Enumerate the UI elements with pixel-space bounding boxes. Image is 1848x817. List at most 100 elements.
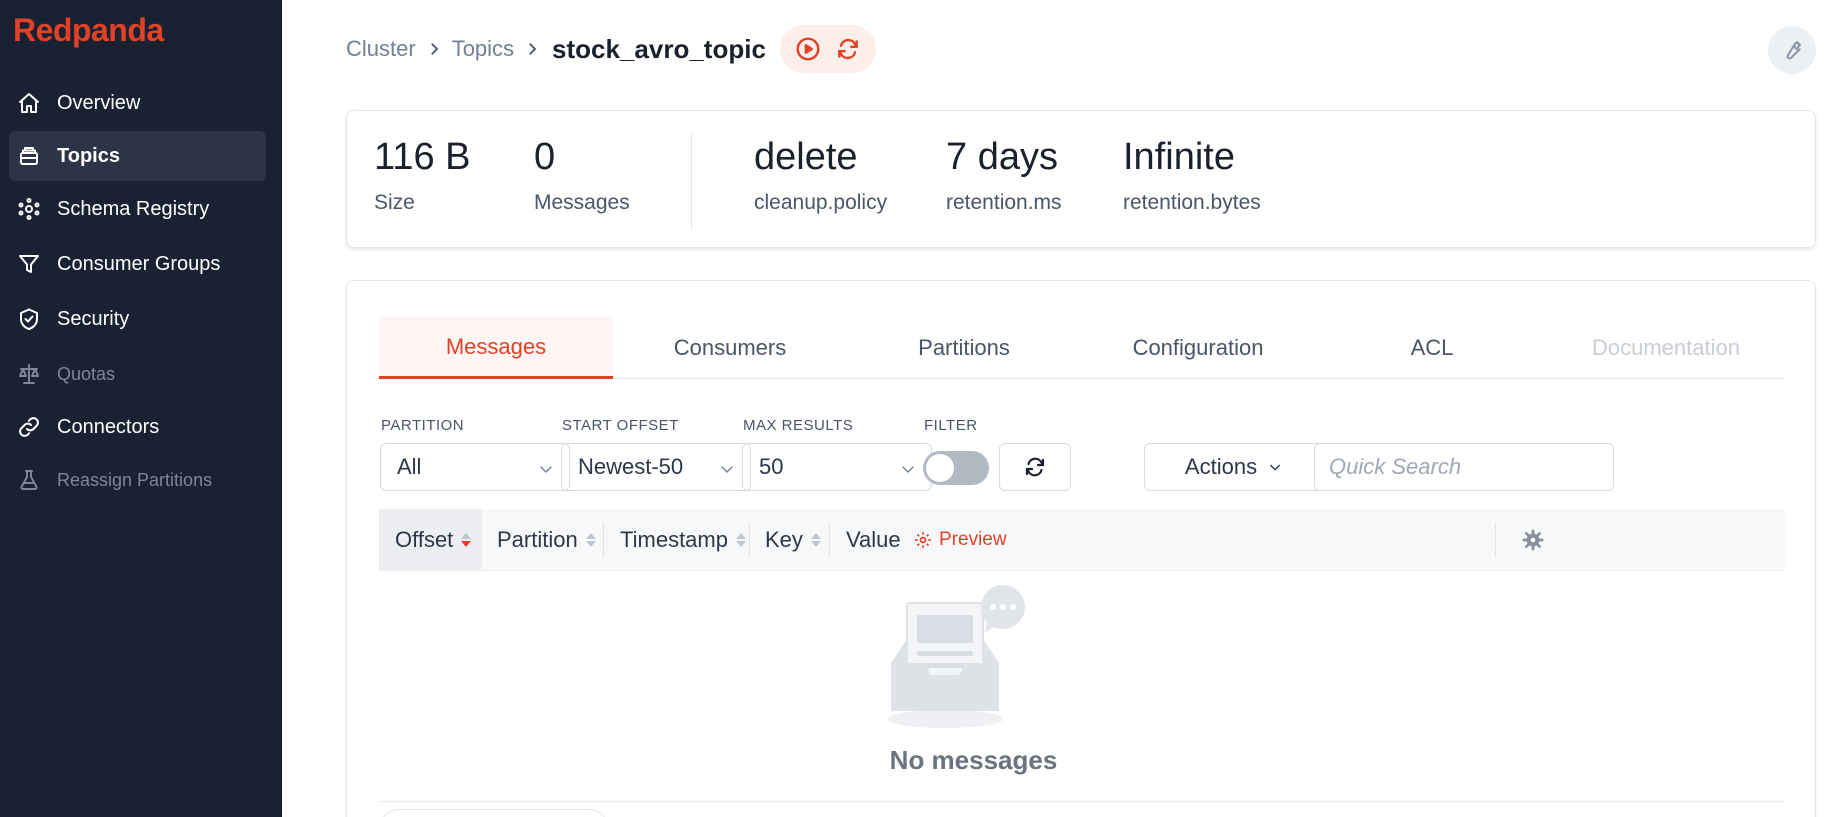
partition-value: All: [397, 454, 422, 479]
tab-partitions[interactable]: Partitions: [847, 317, 1081, 379]
sort-icon: [461, 533, 472, 547]
funnel-icon: [15, 250, 43, 278]
breadcrumb: Cluster Topics stock_avro_topic: [346, 25, 876, 73]
shield-icon: [15, 305, 43, 333]
partition-label: PARTITION: [381, 417, 465, 434]
gear-icon: [915, 532, 931, 548]
main-content: Cluster Topics stock_avro_topic 116 B Si…: [282, 0, 1848, 817]
stat-messages: 0 Messages: [534, 135, 630, 215]
sidebar-item-label: Consumer Groups: [57, 252, 221, 275]
table-settings-button[interactable]: [1515, 523, 1551, 557]
breadcrumb-cluster[interactable]: Cluster: [346, 36, 416, 62]
column-separator: [749, 523, 750, 557]
stat-size: 116 B Size: [374, 135, 470, 215]
breadcrumb-topics[interactable]: Topics: [452, 36, 514, 62]
play-circle-icon: [796, 37, 820, 61]
filter-toggle[interactable]: [923, 451, 989, 485]
sort-icon: [735, 533, 746, 547]
column-value: Value: [846, 509, 901, 571]
column-label: Key: [765, 527, 803, 552]
settings-wrench-button[interactable]: [1768, 26, 1816, 74]
sort-icon: [585, 533, 596, 547]
page-title: stock_avro_topic: [552, 33, 766, 64]
chevron-down-icon: [899, 458, 917, 476]
partition-select[interactable]: All: [380, 443, 570, 491]
column-separator: [1495, 523, 1496, 557]
sidebar: Redpanda Overview Topics Schema Registry…: [0, 0, 282, 817]
actions-dropdown-button[interactable]: Actions: [1144, 443, 1324, 491]
chevron-right-icon: [425, 40, 443, 58]
gear-icon: [1522, 529, 1544, 551]
stat-label: cleanup.policy: [754, 191, 888, 214]
sidebar-item-label: Connectors: [57, 415, 160, 438]
start-offset-select[interactable]: Newest-50: [561, 443, 751, 491]
filter-label: FILTER: [924, 417, 978, 434]
topic-tabs-card: Messages Consumers Partitions Configurat…: [346, 280, 1816, 817]
sidebar-item-quotas[interactable]: Quotas: [9, 349, 266, 399]
tab-messages[interactable]: Messages: [379, 317, 613, 379]
empty-inbox-icon: [887, 585, 1025, 728]
sidebar-item-label: Quotas: [57, 363, 116, 384]
sidebar-item-schema-registry[interactable]: Schema Registry: [9, 184, 266, 234]
start-offset-label: START OFFSET: [562, 417, 679, 434]
stat-value: 116 B: [374, 136, 471, 178]
quick-search-input[interactable]: [1314, 443, 1614, 491]
max-results-select[interactable]: 50: [742, 443, 932, 491]
refresh-icon: [838, 38, 858, 60]
sidebar-item-consumer-groups[interactable]: Consumer Groups: [9, 239, 266, 289]
column-label: Partition: [497, 527, 578, 552]
start-offset-value: Newest-50: [578, 454, 684, 479]
link-icon: [15, 413, 43, 441]
stat-label: retention.ms: [946, 191, 1062, 214]
sidebar-item-topics[interactable]: Topics: [9, 131, 266, 181]
refresh-messages-button[interactable]: [999, 443, 1071, 491]
sidebar-item-overview[interactable]: Overview: [9, 78, 266, 128]
column-partition[interactable]: Partition: [497, 509, 596, 571]
stat-value: delete: [754, 136, 858, 178]
empty-state-message: No messages: [889, 745, 1058, 775]
tab-documentation: Documentation: [1592, 335, 1740, 360]
schema-icon: [15, 195, 43, 223]
tab-list: Messages Consumers Partitions Configurat…: [379, 317, 1785, 379]
stats-divider: [691, 133, 692, 229]
actions-label: Actions: [1184, 454, 1258, 479]
sort-icon: [810, 533, 821, 547]
sidebar-item-label: Schema Registry: [57, 197, 210, 220]
stat-label: retention.bytes: [1123, 191, 1261, 214]
preview-button[interactable]: Preview: [905, 523, 1015, 557]
tab-configuration[interactable]: Configuration: [1081, 317, 1315, 379]
sidebar-item-reassign-partitions[interactable]: Reassign Partitions: [9, 455, 266, 505]
wrench-icon: [1786, 41, 1801, 60]
column-offset[interactable]: Offset: [379, 509, 482, 571]
sidebar-item-label: Topics: [57, 144, 120, 167]
pagination-control[interactable]: [379, 809, 609, 817]
toggle-knob: [926, 454, 954, 482]
sidebar-item-security[interactable]: Security: [9, 294, 266, 344]
stat-label: Size: [374, 191, 415, 214]
tab-acl[interactable]: ACL: [1315, 317, 1549, 379]
play-button[interactable]: [788, 29, 828, 69]
refresh-topic-button[interactable]: [828, 29, 868, 69]
sidebar-item-label: Security: [57, 307, 130, 330]
chevron-down-icon: [718, 458, 736, 476]
stat-cleanup-policy: delete cleanup.policy: [754, 135, 887, 215]
max-results-value: 50: [759, 454, 784, 479]
tab-consumers[interactable]: Consumers: [613, 317, 847, 379]
app-root: Redpanda Overview Topics Schema Registry…: [0, 0, 1848, 817]
column-timestamp[interactable]: Timestamp: [620, 509, 746, 571]
refresh-icon: [1025, 457, 1045, 477]
column-label: Timestamp: [620, 527, 728, 552]
topic-actions: [779, 25, 876, 73]
preview-label: Preview: [939, 529, 1007, 550]
stat-value: 7 days: [946, 136, 1058, 178]
chevron-down-icon: [537, 458, 555, 476]
stat-value: 0: [534, 136, 556, 178]
sidebar-item-connectors[interactable]: Connectors: [9, 402, 266, 452]
home-icon: [15, 89, 43, 117]
sidebar-item-label: Reassign Partitions: [57, 469, 213, 490]
redpanda-logo[interactable]: Redpanda: [13, 12, 164, 49]
column-key[interactable]: Key: [765, 509, 821, 571]
topic-stats-card: 116 B Size 0 Messages delete cleanup.pol…: [346, 110, 1816, 248]
chevron-right-icon: [523, 40, 541, 58]
stat-retention-ms: 7 days retention.ms: [946, 135, 1062, 215]
